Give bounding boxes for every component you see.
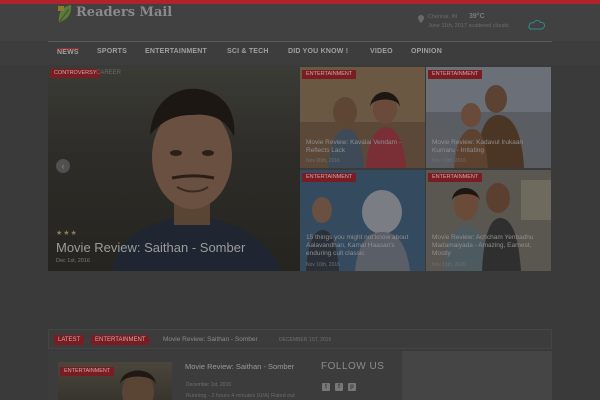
nav-item-video[interactable]: VIDEO — [370, 48, 393, 55]
site-logo[interactable]: Readers Mail — [56, 4, 206, 26]
tile-title[interactable]: 15 things you might not know about Aalav… — [306, 234, 418, 258]
weather-city: Chennai, IN — [428, 14, 458, 20]
post-category-badge[interactable]: ENTERTAINMENT — [60, 367, 115, 376]
breaking-news-ticker: LATEST ENTERTAINMENT Movie Review: Saith… — [48, 329, 552, 349]
post-title[interactable]: Movie Review: Saithan - Somber — [185, 362, 295, 371]
post-date: December 1st, 2016 — [186, 382, 232, 388]
ticker-category-badge[interactable]: ENTERTAINMENT — [91, 335, 150, 345]
pinterest-icon[interactable]: p — [348, 383, 356, 391]
nav-item-news[interactable]: NEWS — [57, 48, 79, 56]
leaf-logo-icon — [58, 5, 72, 22]
slider-category-badge[interactable]: CONTROVERSY — [50, 69, 101, 78]
cloud-icon — [528, 20, 546, 30]
weather-temp: 39°C — [469, 13, 485, 20]
facebook-icon[interactable]: f — [335, 383, 343, 391]
ticker-title[interactable]: Movie Review: Saithan - Somber — [163, 336, 258, 343]
rating-stars: ★★★ — [56, 230, 78, 237]
site-header: Readers Mail Chennai, IN 39°C June 11th,… — [0, 4, 600, 41]
tile-date: Nov 11th, 2016 — [432, 262, 466, 268]
location-pin-icon — [418, 15, 424, 23]
slider-title[interactable]: Movie Review: Saithan - Somber — [56, 240, 245, 255]
sidebar-widget-box — [402, 351, 552, 400]
tile-date: Nov 16th, 2016 — [306, 262, 340, 268]
twitter-icon[interactable]: t — [322, 383, 330, 391]
weather-date: June 11th, 2017 scattered clouds — [428, 23, 509, 29]
main-nav: NEWS SPORTS ENTERTAINMENT SCI & TECH DID… — [0, 41, 600, 66]
tile-category-badge[interactable]: ENTERTAINMENT — [428, 173, 483, 182]
tile-date: Nov 19th, 2016 — [432, 158, 466, 164]
ticker-date: DECEMBER 1ST, 2016 — [279, 337, 332, 343]
featured-tile[interactable]: Movie Review: Kavalai Vendam - Reflects … — [300, 67, 425, 168]
nav-item-did-you-know[interactable]: DID YOU KNOW ! — [288, 48, 348, 55]
nav-item-sci-tech[interactable]: SCI & TECH — [227, 48, 269, 55]
latest-badge: LATEST — [54, 335, 85, 345]
nav-item-entertainment[interactable]: ENTERTAINMENT — [145, 48, 207, 55]
slider-date: Dec 1st, 2016 — [56, 258, 90, 264]
nav-item-opinion[interactable]: OPINION — [411, 48, 442, 55]
featured-tile[interactable]: 15 things you might not know about Aalav… — [300, 170, 425, 271]
featured-tile[interactable]: Movie Review: Achcham Yenbadhu Madamaiya… — [426, 170, 551, 271]
chevron-left-icon[interactable]: ‹ — [56, 159, 70, 173]
tile-category-badge[interactable]: ENTERTAINMENT — [428, 70, 483, 79]
tile-category-badge[interactable]: ENTERTAINMENT — [302, 173, 357, 182]
featured-tile[interactable]: Movie Review: Kadavul Irukaan Kumaru - I… — [426, 67, 551, 168]
post-excerpt: Running - 2 hours 4 minutes (U/A) Rated … — [186, 393, 295, 399]
weather-widget: Chennai, IN 39°C June 11th, 2017 scatter… — [418, 13, 538, 34]
tile-date: Nov 26th, 2016 — [306, 158, 340, 164]
tile-title[interactable]: Movie Review: Kadavul Irukaan Kumaru - I… — [432, 139, 544, 155]
slider-secondary-category[interactable]: CAREER — [96, 69, 121, 78]
nav-item-sports[interactable]: SPORTS — [97, 48, 127, 55]
site-name: Readers Mail — [76, 5, 173, 20]
follow-us-heading: FOLLOW US — [321, 361, 385, 372]
tile-title[interactable]: Movie Review: Achcham Yenbadhu Madamaiya… — [432, 234, 544, 258]
tile-title[interactable]: Movie Review: Kavalai Vendam - Reflects … — [306, 139, 418, 155]
tile-category-badge[interactable]: ENTERTAINMENT — [302, 70, 357, 79]
nav-top-border — [48, 41, 552, 42]
